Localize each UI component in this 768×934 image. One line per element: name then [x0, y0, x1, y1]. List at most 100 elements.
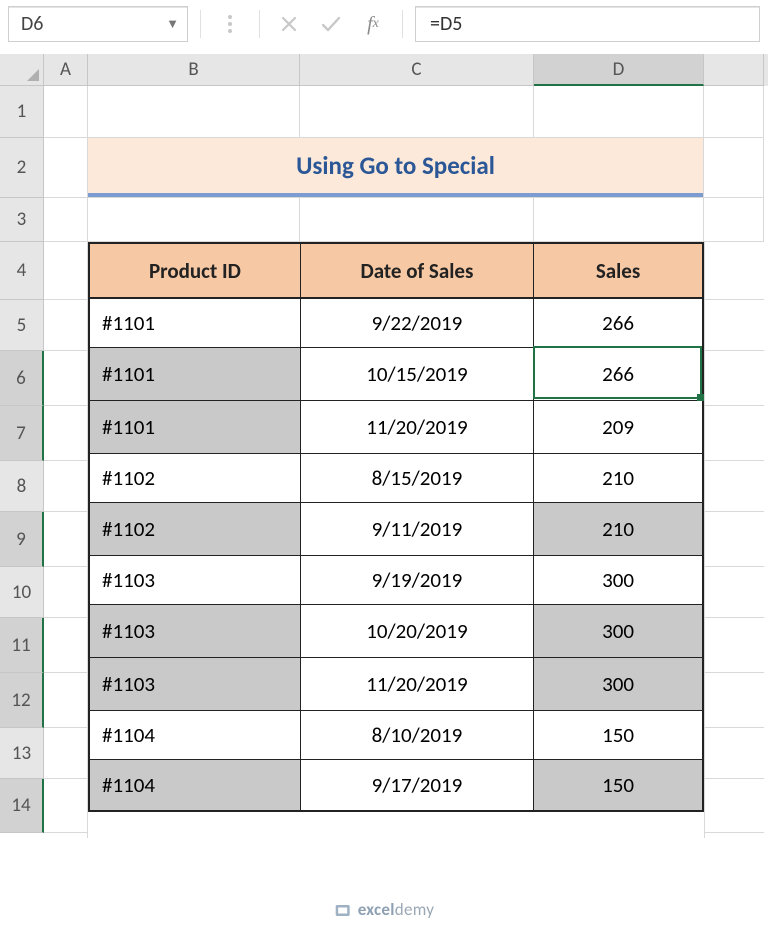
row-header-14[interactable]: 14 — [0, 779, 44, 833]
name-box[interactable]: D6 ▼ — [8, 6, 188, 42]
data-table: Product ID Date of Sales Sales #11019/22… — [88, 242, 704, 812]
separator — [200, 10, 201, 38]
cell[interactable] — [44, 86, 88, 138]
cell-date[interactable]: 10/20/2019 — [300, 604, 533, 657]
cell-sales[interactable]: 150 — [534, 759, 703, 811]
row-headers: 1234567891011121314 — [0, 86, 44, 838]
row-header-2[interactable]: 2 — [0, 138, 44, 198]
enter-check-icon[interactable] — [314, 7, 348, 41]
cell[interactable] — [300, 198, 534, 242]
table-header-row: Product ID Date of Sales Sales — [89, 243, 703, 298]
vertical-dots-icon — [213, 7, 247, 41]
row-header-1[interactable]: 1 — [0, 86, 44, 138]
cell[interactable] — [300, 86, 534, 138]
row-header-7[interactable]: 7 — [0, 406, 44, 461]
header-product-id[interactable]: Product ID — [89, 243, 300, 298]
column-header-empty[interactable] — [704, 54, 764, 86]
header-date-of-sales[interactable]: Date of Sales — [300, 243, 533, 298]
watermark-text: exceldemy — [358, 899, 435, 920]
row-header-12[interactable]: 12 — [0, 673, 44, 728]
cell[interactable] — [704, 138, 764, 198]
cell-sales[interactable]: 300 — [534, 555, 703, 604]
formula-bar: D6 ▼ fx =D5 — [0, 0, 768, 48]
cancel-x-icon[interactable] — [272, 7, 306, 41]
column-header-C[interactable]: C — [300, 54, 534, 86]
spreadsheet-grid: ABCD 1234567891011121314 Using Go to Spe… — [0, 54, 768, 838]
cell[interactable] — [44, 198, 88, 242]
cell-pid[interactable]: #1104 — [89, 710, 300, 759]
cell-sales[interactable]: 210 — [534, 502, 703, 555]
cell-pid[interactable]: #1101 — [89, 400, 300, 453]
row-header-11[interactable]: 11 — [0, 618, 44, 673]
cell-pid[interactable]: #1103 — [89, 604, 300, 657]
fx-icon[interactable]: fx — [356, 7, 390, 41]
table-row: #11039/19/2019300 — [89, 555, 703, 604]
formula-value: =D5 — [430, 12, 462, 36]
cell-date[interactable]: 10/15/2019 — [300, 347, 533, 400]
table-row: #11029/11/2019210 — [89, 502, 703, 555]
row-header-5[interactable]: 5 — [0, 300, 44, 351]
chevron-down-icon[interactable]: ▼ — [166, 16, 179, 32]
page-title: Using Go to Special — [88, 138, 703, 197]
formula-input[interactable]: =D5 — [415, 6, 760, 42]
cell-pid[interactable]: #1101 — [89, 298, 300, 347]
cell[interactable] — [534, 86, 704, 138]
column-header-D[interactable]: D — [534, 54, 704, 86]
cell-sales[interactable]: 150 — [534, 710, 703, 759]
select-all-triangle[interactable] — [0, 54, 44, 86]
row-header-10[interactable]: 10 — [0, 567, 44, 618]
title-cell[interactable]: Using Go to Special — [88, 138, 704, 198]
cell-sales[interactable]: 210 — [534, 453, 703, 502]
cell-date[interactable]: 9/17/2019 — [300, 759, 533, 811]
table-row: #11048/10/2019150 — [89, 710, 703, 759]
cell[interactable] — [88, 86, 300, 138]
cells-area[interactable]: Using Go to Special — [44, 86, 768, 838]
cell-date[interactable]: 9/22/2019 — [300, 298, 533, 347]
cell[interactable] — [704, 86, 764, 138]
row-header-3[interactable]: 3 — [0, 198, 44, 242]
separator — [259, 10, 260, 38]
row-header-8[interactable]: 8 — [0, 461, 44, 512]
cell-date[interactable]: 9/19/2019 — [300, 555, 533, 604]
cell-sales[interactable]: 266 — [534, 298, 703, 347]
cell[interactable] — [44, 138, 88, 198]
name-box-value: D6 — [21, 12, 43, 36]
column-header-B[interactable]: B — [88, 54, 300, 86]
header-sales[interactable]: Sales — [534, 243, 703, 298]
col-e-strip[interactable] — [704, 242, 764, 838]
table-row: #110311/20/2019300 — [89, 657, 703, 710]
column-header-A[interactable]: A — [44, 54, 88, 86]
table-row: #110110/15/2019266 — [89, 347, 703, 400]
cell-pid[interactable]: #1102 — [89, 502, 300, 555]
cell[interactable] — [704, 198, 764, 242]
watermark: exceldemy — [334, 899, 435, 920]
cell-sales[interactable]: 209 — [534, 400, 703, 453]
row-header-4[interactable]: 4 — [0, 242, 44, 300]
column-headers: ABCD — [0, 54, 768, 86]
cell-sales[interactable]: 300 — [534, 657, 703, 710]
cell-sales[interactable]: 266 — [534, 347, 703, 400]
table-row: #110310/20/2019300 — [89, 604, 703, 657]
data-table-wrap: Product ID Date of Sales Sales #11019/22… — [88, 242, 704, 838]
cell[interactable] — [534, 198, 704, 242]
cell-sales[interactable]: 300 — [534, 604, 703, 657]
cell-date[interactable]: 8/10/2019 — [300, 710, 533, 759]
table-row: #11049/17/2019150 — [89, 759, 703, 811]
separator — [402, 10, 403, 38]
cell-pid[interactable]: #1103 — [89, 657, 300, 710]
cell-date[interactable]: 9/11/2019 — [300, 502, 533, 555]
cell[interactable] — [88, 198, 300, 242]
row-header-13[interactable]: 13 — [0, 728, 44, 779]
cell-date[interactable]: 11/20/2019 — [300, 400, 533, 453]
cell-pid[interactable]: #1104 — [89, 759, 300, 811]
cell-date[interactable]: 8/15/2019 — [300, 453, 533, 502]
table-row: #11019/22/2019266 — [89, 298, 703, 347]
cell-pid[interactable]: #1103 — [89, 555, 300, 604]
cell-date[interactable]: 11/20/2019 — [300, 657, 533, 710]
row-header-9[interactable]: 9 — [0, 512, 44, 567]
cell-pid[interactable]: #1101 — [89, 347, 300, 400]
col-a-strip[interactable] — [44, 242, 88, 838]
table-row: #110111/20/2019209 — [89, 400, 703, 453]
cell-pid[interactable]: #1102 — [89, 453, 300, 502]
row-header-6[interactable]: 6 — [0, 351, 44, 406]
